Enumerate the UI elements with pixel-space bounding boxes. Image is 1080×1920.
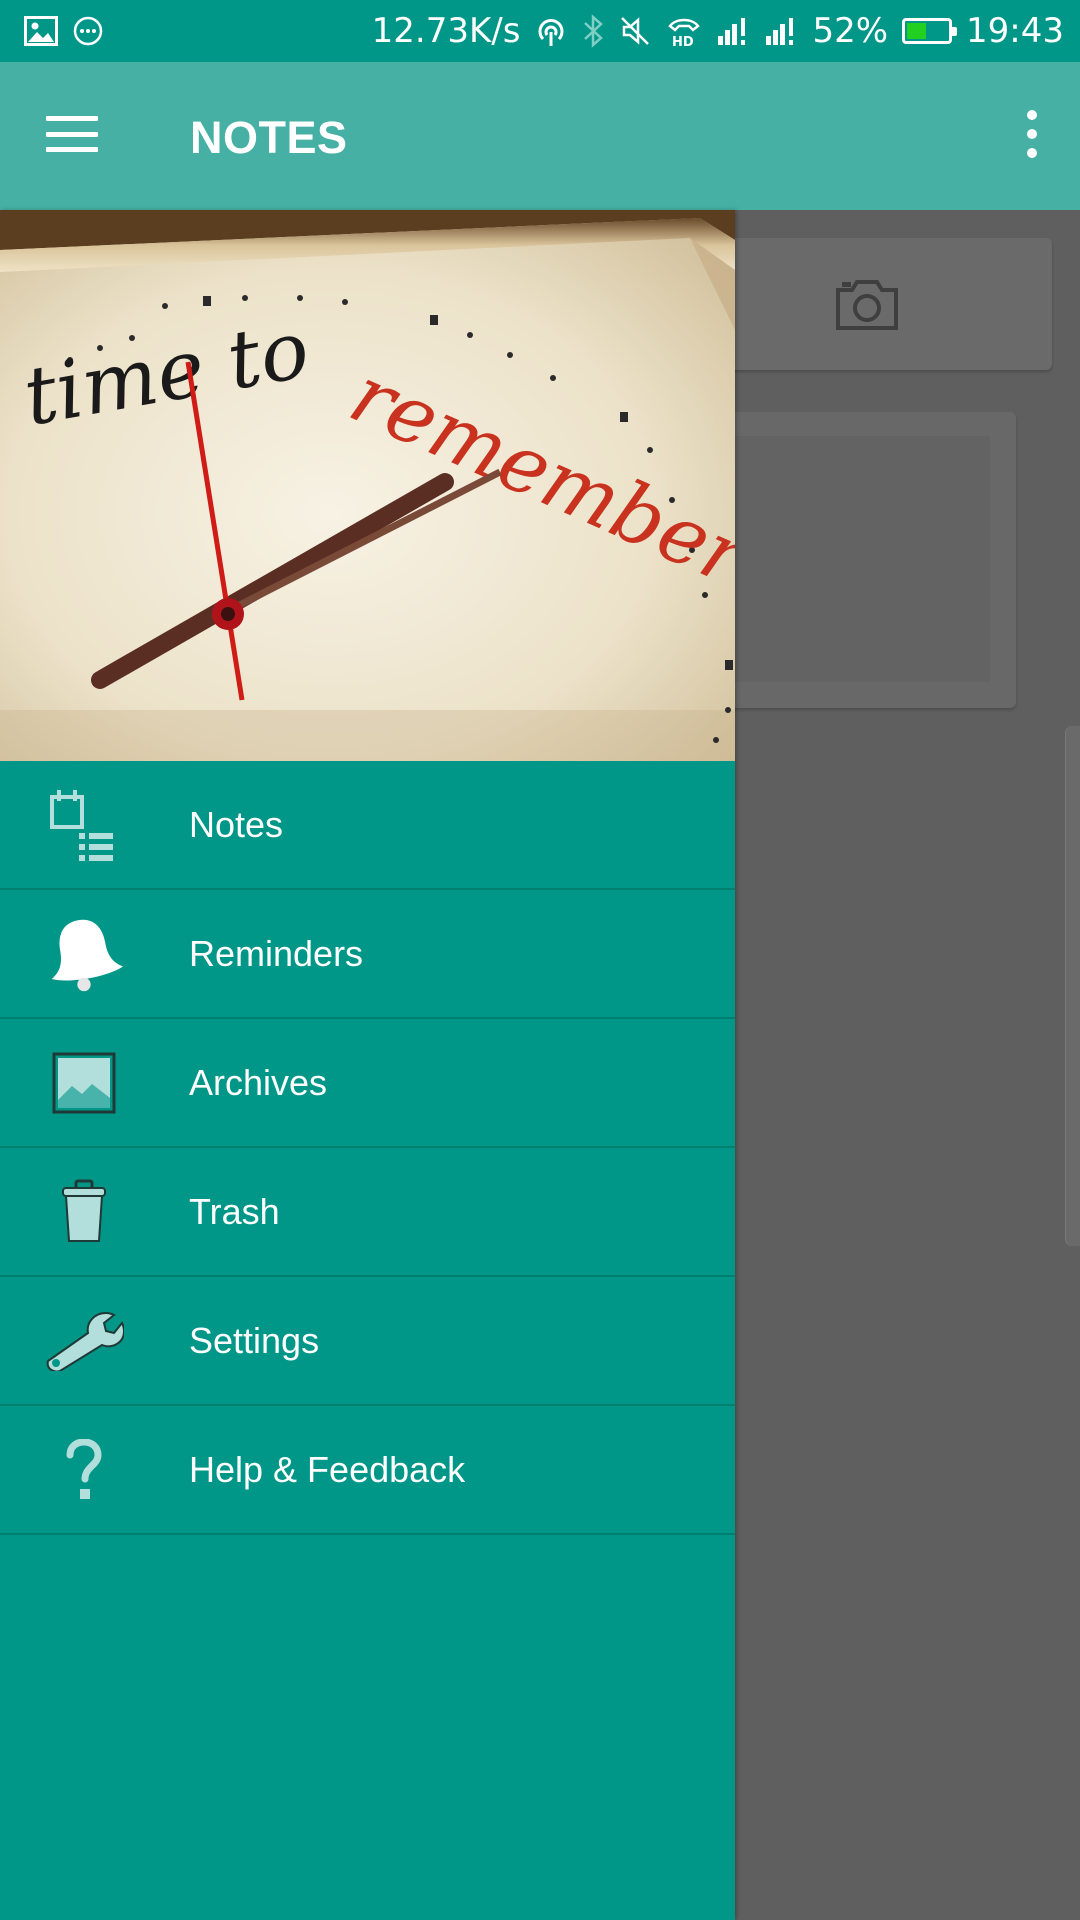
svg-text:HD: HD: [672, 35, 694, 48]
notes-icon: [44, 785, 124, 865]
drawer-item-label: Notes: [189, 803, 284, 845]
network-speed: 12.73K/s: [371, 11, 521, 51]
navigation-drawer: time to remember Notes Reminders Archive…: [0, 210, 735, 1920]
battery-level: [907, 23, 926, 39]
app-bar: NOTES: [0, 62, 1080, 210]
more-vert-icon[interactable]: [1020, 110, 1044, 158]
drawer-item-reminders[interactable]: Reminders: [0, 890, 735, 1019]
drawer-item-help[interactable]: Help & Feedback: [0, 1406, 735, 1535]
drawer-item-label: Reminders: [189, 932, 364, 974]
drawer-menu: Notes Reminders Archives Trash Settings: [0, 761, 735, 1535]
image-icon: [24, 16, 58, 46]
status-bar-left: [24, 15, 104, 47]
hotspot-icon: [534, 14, 568, 48]
drawer-item-label: Help & Feedback: [189, 1448, 466, 1490]
scrollbar[interactable]: [1066, 726, 1080, 1246]
signal-icon: [764, 16, 798, 46]
drawer-item-trash[interactable]: Trash: [0, 1148, 735, 1277]
clock-image: time to remember: [0, 210, 735, 761]
mute-icon: [618, 14, 652, 48]
status-bar: 12.73K/s HD 52% 19:43: [0, 0, 1080, 62]
signal-icon: [716, 16, 750, 46]
battery-percent: 52%: [812, 11, 889, 51]
hamburger-icon[interactable]: [44, 112, 100, 156]
bell-icon: [44, 914, 124, 994]
note-card: [700, 412, 1016, 708]
hd-call-icon: HD: [666, 14, 702, 48]
bluetooth-icon: [582, 14, 604, 48]
drawer-header-image: time to remember: [0, 210, 735, 761]
drawer-item-label: Archives: [189, 1061, 328, 1103]
camera-icon: [834, 276, 900, 337]
trash-icon: [44, 1172, 124, 1252]
drawer-item-label: Settings: [189, 1319, 320, 1361]
chat-icon: [72, 15, 104, 47]
drawer-item-settings[interactable]: Settings: [0, 1277, 735, 1406]
drawer-item-archives[interactable]: Archives: [0, 1019, 735, 1148]
help-icon: [44, 1430, 124, 1510]
clock: 19:43: [966, 11, 1064, 51]
archive-image-icon: [44, 1043, 124, 1123]
note-card-image: [700, 436, 990, 682]
drawer-item-label: Trash: [189, 1190, 280, 1232]
page-title: NOTES: [190, 112, 348, 163]
wrench-icon: [44, 1301, 124, 1381]
battery-icon: [902, 18, 958, 44]
drawer-item-notes[interactable]: Notes: [0, 761, 735, 890]
status-bar-right: 12.73K/s HD 52% 19:43: [372, 14, 1064, 48]
